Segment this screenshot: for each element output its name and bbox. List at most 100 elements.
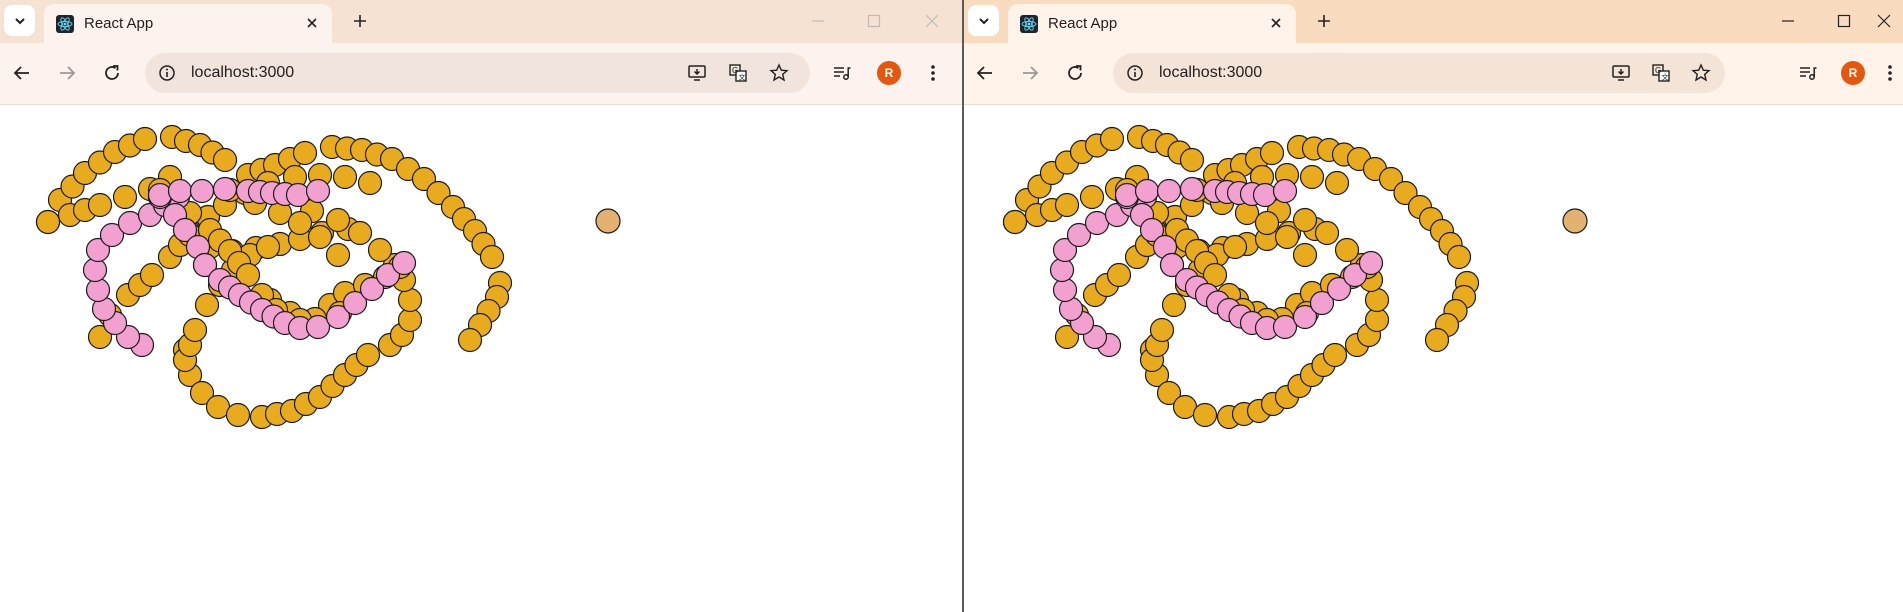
forward-button[interactable] [1014,57,1046,89]
chevron-down-icon [14,17,25,24]
minimize-button[interactable] [1768,6,1808,36]
trail-ball [357,170,383,196]
trail-ball [1054,192,1080,218]
reload-icon [105,65,119,80]
maximize-icon [867,14,881,28]
trail-ball [1334,237,1360,263]
trail-ball [1364,287,1390,313]
trail-ball-pink [1134,178,1160,204]
target-ball[interactable] [1562,208,1588,234]
trail-ball-pink [305,178,331,204]
trail-ball [307,224,333,250]
toolbar: localhost:3000 G文 R [0,43,962,105]
close-window-button[interactable] [1864,6,1903,36]
install-app-icon[interactable] [686,62,708,84]
translate-icon[interactable]: G文 [727,62,749,84]
minimize-button[interactable] [798,6,838,36]
tab-search-button[interactable] [4,5,35,36]
trail-ball [325,207,351,233]
react-favicon-icon [56,15,74,33]
address-bar[interactable]: localhost:3000 G文 [145,53,810,93]
reload-button[interactable] [96,57,128,89]
more-vertical-icon [1888,65,1892,81]
media-controls-button[interactable] [828,59,856,87]
maximize-button[interactable] [1824,6,1864,36]
trail-ball-pink [391,250,417,276]
trail-ball [1292,242,1318,268]
minimize-icon [1782,20,1794,22]
trail-ball [1192,402,1218,428]
target-ball[interactable] [595,208,621,234]
maximize-button[interactable] [854,6,894,36]
trail-ball [479,244,505,270]
trail-ball [292,140,318,166]
back-button[interactable] [969,57,1001,89]
close-window-button[interactable] [912,6,952,36]
media-controls-icon [834,67,851,80]
trail-ball [355,342,381,368]
trail-ball [347,220,373,246]
trail-ball [1106,262,1132,288]
forward-button[interactable] [51,57,83,89]
address-bar[interactable]: localhost:3000 G文 [1113,53,1725,93]
trail-ball-pink [147,182,173,208]
trail-ball-pink [1114,182,1140,208]
balls-canvas[interactable] [964,105,1903,612]
close-tab-button[interactable] [302,13,322,33]
media-controls-button[interactable] [1794,59,1822,87]
translate-icon[interactable]: G文 [1650,62,1672,84]
site-info-icon[interactable] [1125,63,1145,83]
new-tab-button[interactable] [1310,7,1338,35]
trail-ball [35,209,61,235]
trail-ball [287,210,313,236]
trail-ball [132,126,158,152]
back-arrow-icon [976,66,992,80]
trail-ball-pink [285,182,311,208]
chevron-down-icon [978,17,989,24]
browser-tab[interactable]: React App [1008,4,1296,43]
browser-tab[interactable]: React App [44,4,332,43]
trail-ball [457,327,483,353]
more-menu-button[interactable] [1876,59,1903,87]
trail-ball [1274,224,1300,250]
tab-title: React App [1048,15,1118,32]
svg-text:文: 文 [739,73,746,82]
bookmark-star-button[interactable] [1690,62,1712,84]
site-info-icon[interactable] [157,63,177,83]
url-text: localhost:3000 [1159,64,1263,81]
forward-arrow-icon [60,66,76,80]
trail-ball-pink [305,314,331,340]
forward-arrow-icon [1023,66,1039,80]
profile-avatar[interactable]: R [877,61,901,85]
trail-ball-pink [82,257,108,283]
plus-icon [354,15,366,27]
trail-ball-pink [1272,314,1298,340]
trail-ball [1314,220,1340,246]
close-icon [925,14,939,28]
back-button[interactable] [6,57,38,89]
trail-ball [397,287,423,313]
trail-ball [139,262,165,288]
balls-canvas[interactable] [0,105,962,612]
trail-ball [1149,317,1175,343]
install-app-icon[interactable] [1610,62,1632,84]
trail-ball [194,292,220,318]
more-menu-button[interactable] [919,59,947,87]
trail-ball [367,237,393,263]
trail-ball [1254,210,1280,236]
new-tab-button[interactable] [346,7,374,35]
more-vertical-icon [931,65,935,81]
trail-ball [1179,147,1205,173]
reload-button[interactable] [1059,57,1091,89]
svg-text:G: G [732,66,738,75]
trail-ball [1322,342,1348,368]
title-bar: React App [0,0,962,43]
tab-search-button[interactable] [968,5,999,36]
close-tab-button[interactable] [1266,13,1286,33]
trail-ball [225,402,251,428]
trail-ball-pink [1052,277,1078,303]
bookmark-star-button[interactable] [768,62,790,84]
profile-avatar[interactable]: R [1841,61,1865,85]
trail-ball [1424,327,1450,353]
maximize-icon [1837,14,1851,28]
